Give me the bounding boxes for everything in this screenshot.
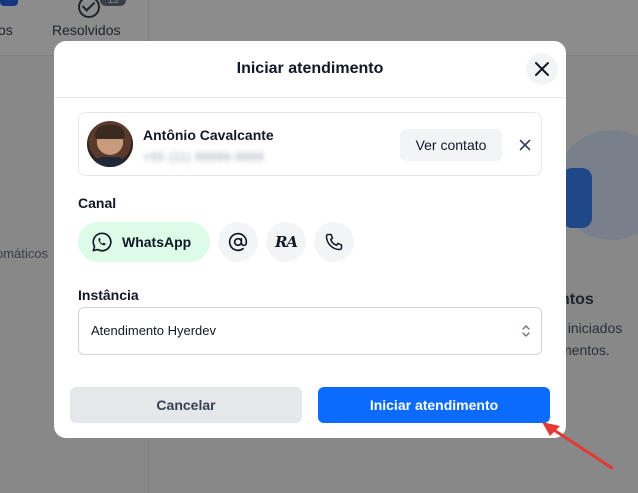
modal-header: Iniciar atendimento [54, 41, 566, 98]
channel-email-button[interactable] [218, 222, 258, 262]
annotation-arrow-icon [542, 422, 614, 470]
contact-phone: +55 (11) 99999-9999 [143, 150, 265, 164]
ra-icon: RA [274, 233, 298, 251]
modal-title: Iniciar atendimento [236, 60, 384, 77]
at-sign-icon [228, 232, 248, 252]
cancel-button[interactable]: Cancelar [70, 387, 302, 423]
close-icon [519, 139, 531, 151]
remove-contact-button[interactable] [513, 133, 537, 157]
channel-whatsapp-button[interactable]: WhatsApp [78, 222, 210, 262]
whatsapp-label: WhatsApp [122, 234, 192, 250]
instance-select[interactable]: Atendimento Hyerdev [78, 307, 542, 355]
phone-icon [325, 233, 343, 251]
instance-label: Instância [78, 287, 139, 303]
channel-reclame-aqui-button[interactable]: RA [266, 222, 306, 262]
contact-name: Antônio Cavalcante [143, 127, 274, 143]
close-button[interactable] [526, 53, 558, 85]
instance-select-value: Atendimento Hyerdev [91, 323, 217, 338]
view-contact-button[interactable]: Ver contato [400, 129, 502, 161]
channel-label: Canal [78, 195, 117, 211]
start-conversation-button[interactable]: Iniciar atendimento [318, 387, 550, 423]
chevron-up-down-icon [522, 325, 530, 337]
whatsapp-icon [92, 232, 112, 252]
contact-card: Antônio Cavalcante +55 (11) 99999-9999 V… [78, 112, 542, 176]
channel-phone-button[interactable] [314, 222, 354, 262]
avatar [87, 121, 133, 167]
start-conversation-modal: Iniciar atendimento Antônio Cavalcante +… [54, 41, 566, 438]
close-icon [535, 62, 549, 76]
